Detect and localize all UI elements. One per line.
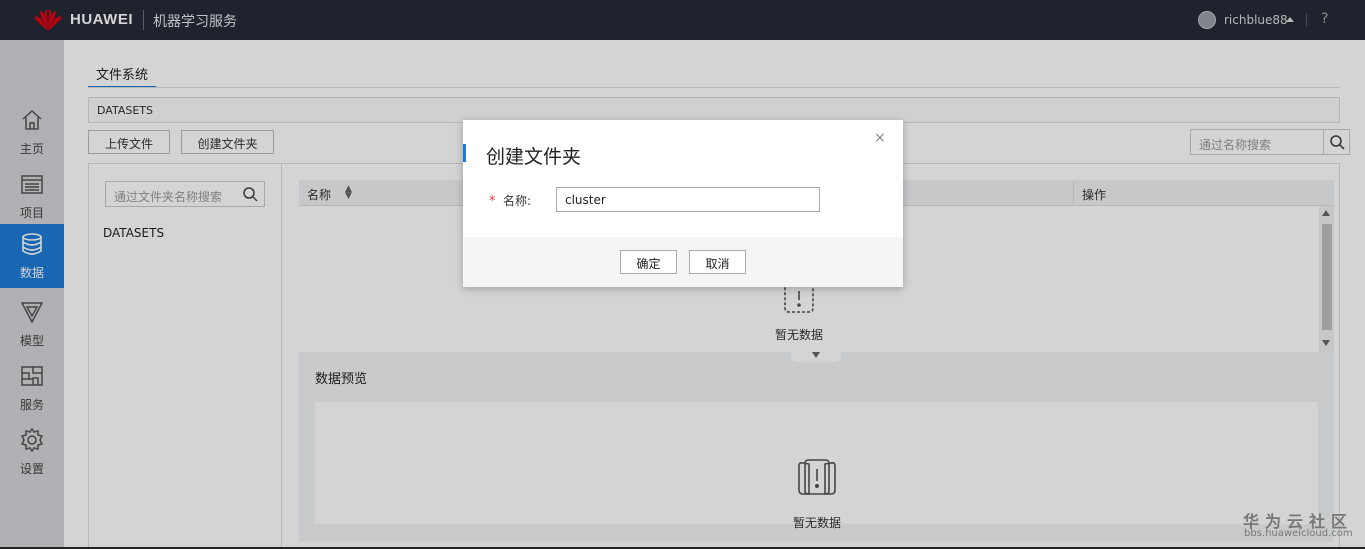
cancel-button[interactable]: 取消 [689, 250, 746, 274]
create-folder-dialog: 创建文件夹 × * 名称: 确定 取消 [463, 120, 903, 287]
folder-name-input[interactable] [556, 187, 820, 212]
required-mark: * [489, 194, 496, 209]
close-icon[interactable]: × [874, 130, 886, 146]
watermark-url: bbs.huaweicloud.com [1244, 528, 1353, 539]
confirm-button[interactable]: 确定 [620, 250, 677, 274]
title-accent-bar [463, 144, 466, 162]
name-field-label: 名称: [503, 194, 532, 208]
dialog-title: 创建文件夹 [486, 146, 582, 168]
dialog-footer: 确定 取消 [463, 237, 903, 287]
